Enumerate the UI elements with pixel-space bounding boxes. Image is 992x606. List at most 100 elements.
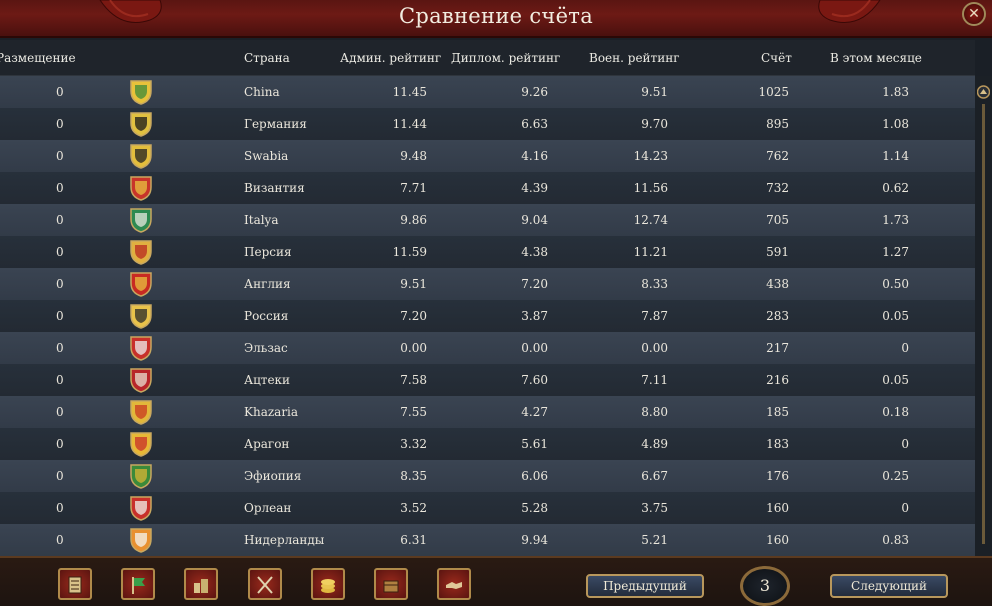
country-shield-icon[interactable] [129,463,153,489]
table-row[interactable]: 0 China 11.45 9.26 9.51 1025 1.83 [0,76,975,108]
country-shield-icon[interactable] [129,207,153,233]
month-change: 0.18 [882,405,909,419]
close-button[interactable]: ✕ [962,2,986,26]
column-placement[interactable]: Размещение [0,51,76,65]
score-value: 732 [766,181,789,195]
diplo-rating: 5.28 [521,501,548,515]
previous-button[interactable]: Предыдущий [586,574,704,598]
table-row[interactable]: 0 Арагон 3.32 5.61 4.89 183 0 [0,428,975,460]
country-shield-icon[interactable] [129,399,153,425]
scrollbar[interactable] [975,76,992,556]
country-shield-icon[interactable] [129,79,153,105]
scroll-up-icon[interactable] [977,84,990,100]
country-shield-icon[interactable] [129,495,153,521]
military-rating: 9.51 [641,85,668,99]
admin-rating: 7.20 [400,309,427,323]
table-row[interactable]: 0 Персия 11.59 4.38 11.21 591 1.27 [0,236,975,268]
score-value: 160 [766,533,789,547]
title-bar: Сравнение счёта ✕ [0,0,992,38]
country-name: Византия [244,181,305,195]
placement-cell: 0 [56,149,64,163]
column-country[interactable]: Страна [244,51,290,65]
placement-cell: 0 [56,245,64,259]
table-row[interactable]: 0 Византия 7.71 4.39 11.56 732 0.62 [0,172,975,204]
column-diplo[interactable]: Диплом. рейтинг [451,51,560,65]
military-rating: 4.89 [641,437,668,451]
admin-rating: 11.45 [392,85,427,99]
score-value: 160 [766,501,789,515]
score-value: 895 [766,117,789,131]
column-admin[interactable]: Админ. рейтинг [340,51,441,65]
country-name: Italya [244,213,279,227]
diplomacy-button[interactable] [437,568,471,600]
country-name: Swabia [244,149,289,163]
placement-cell: 0 [56,213,64,227]
country-shield-icon[interactable] [129,335,153,361]
column-this-month[interactable]: В этом месяце [830,51,922,65]
ledger-button[interactable] [58,568,92,600]
admin-rating: 7.58 [400,373,427,387]
admin-rating: 9.48 [400,149,427,163]
country-shield-icon[interactable] [129,303,153,329]
month-change: 0.25 [882,469,909,483]
score-value: 217 [766,341,789,355]
military-rating: 9.70 [641,117,668,131]
placement-cell: 0 [56,117,64,131]
placement-cell: 0 [56,437,64,451]
month-change: 0.62 [882,181,909,195]
next-button[interactable]: Следующий [830,574,948,598]
table-row[interactable]: 0 Khazaria 7.55 4.27 8.80 185 0.18 [0,396,975,428]
buildings-icon [194,579,208,593]
country-shield-icon[interactable] [129,367,153,393]
country-shield-icon[interactable] [129,431,153,457]
placement-cell: 0 [56,181,64,195]
economy-button[interactable] [311,568,345,600]
table-row[interactable]: 0 Swabia 9.48 4.16 14.23 762 1.14 [0,140,975,172]
table-row[interactable]: 0 Россия 7.20 3.87 7.87 283 0.05 [0,300,975,332]
military-rating: 7.11 [641,373,668,387]
admin-rating: 0.00 [400,341,427,355]
country-name: Ацтеки [244,373,291,387]
country-shield-icon[interactable] [129,175,153,201]
table-row[interactable]: 0 Эльзас 0.00 0.00 0.00 217 0 [0,332,975,364]
country-shield-icon[interactable] [129,271,153,297]
table-row[interactable]: 0 Нидерланды 6.31 9.94 5.21 160 0.83 [0,524,975,556]
score-value: 176 [766,469,789,483]
military-rating: 12.74 [633,213,668,227]
placement-cell: 0 [56,85,64,99]
country-shield-icon[interactable] [129,143,153,169]
admin-rating: 3.52 [400,501,427,515]
score-value: 183 [766,437,789,451]
country-shield-icon[interactable] [129,527,153,553]
admin-rating: 7.71 [400,181,427,195]
country-shield-icon[interactable] [129,111,153,137]
scroll-track[interactable] [982,104,985,544]
month-change: 0 [901,437,909,451]
country-name: China [244,85,280,99]
score-value: 1025 [758,85,789,99]
country-shield-icon[interactable] [129,239,153,265]
column-score[interactable]: Счёт [761,51,792,65]
month-change: 1.83 [882,85,909,99]
table-row[interactable]: 0 Ацтеки 7.58 7.60 7.11 216 0.05 [0,364,975,396]
military-button[interactable] [248,568,282,600]
table-row[interactable]: 0 Англия 9.51 7.20 8.33 438 0.50 [0,268,975,300]
trade-button[interactable] [374,568,408,600]
placement-cell: 0 [56,341,64,355]
bottom-bar: Предыдущий 3 Следующий [0,556,992,606]
column-military[interactable]: Воен. рейтинг [589,51,679,65]
score-value: 705 [766,213,789,227]
handshake-icon [446,582,462,589]
country-name: Англия [244,277,291,291]
diplo-rating: 9.26 [521,85,548,99]
table-row[interactable]: 0 Орлеан 3.52 5.28 3.75 160 0 [0,492,975,524]
flag-button[interactable] [121,568,155,600]
diplo-rating: 9.04 [521,213,548,227]
table-row[interactable]: 0 Эфиопия 8.35 6.06 6.67 176 0.25 [0,460,975,492]
table-row[interactable]: 0 Германия 11.44 6.63 9.70 895 1.08 [0,108,975,140]
score-value: 591 [766,245,789,259]
admin-rating: 9.51 [400,277,427,291]
buildings-button[interactable] [184,568,218,600]
table-row[interactable]: 0 Italya 9.86 9.04 12.74 705 1.73 [0,204,975,236]
month-change: 0.50 [882,277,909,291]
